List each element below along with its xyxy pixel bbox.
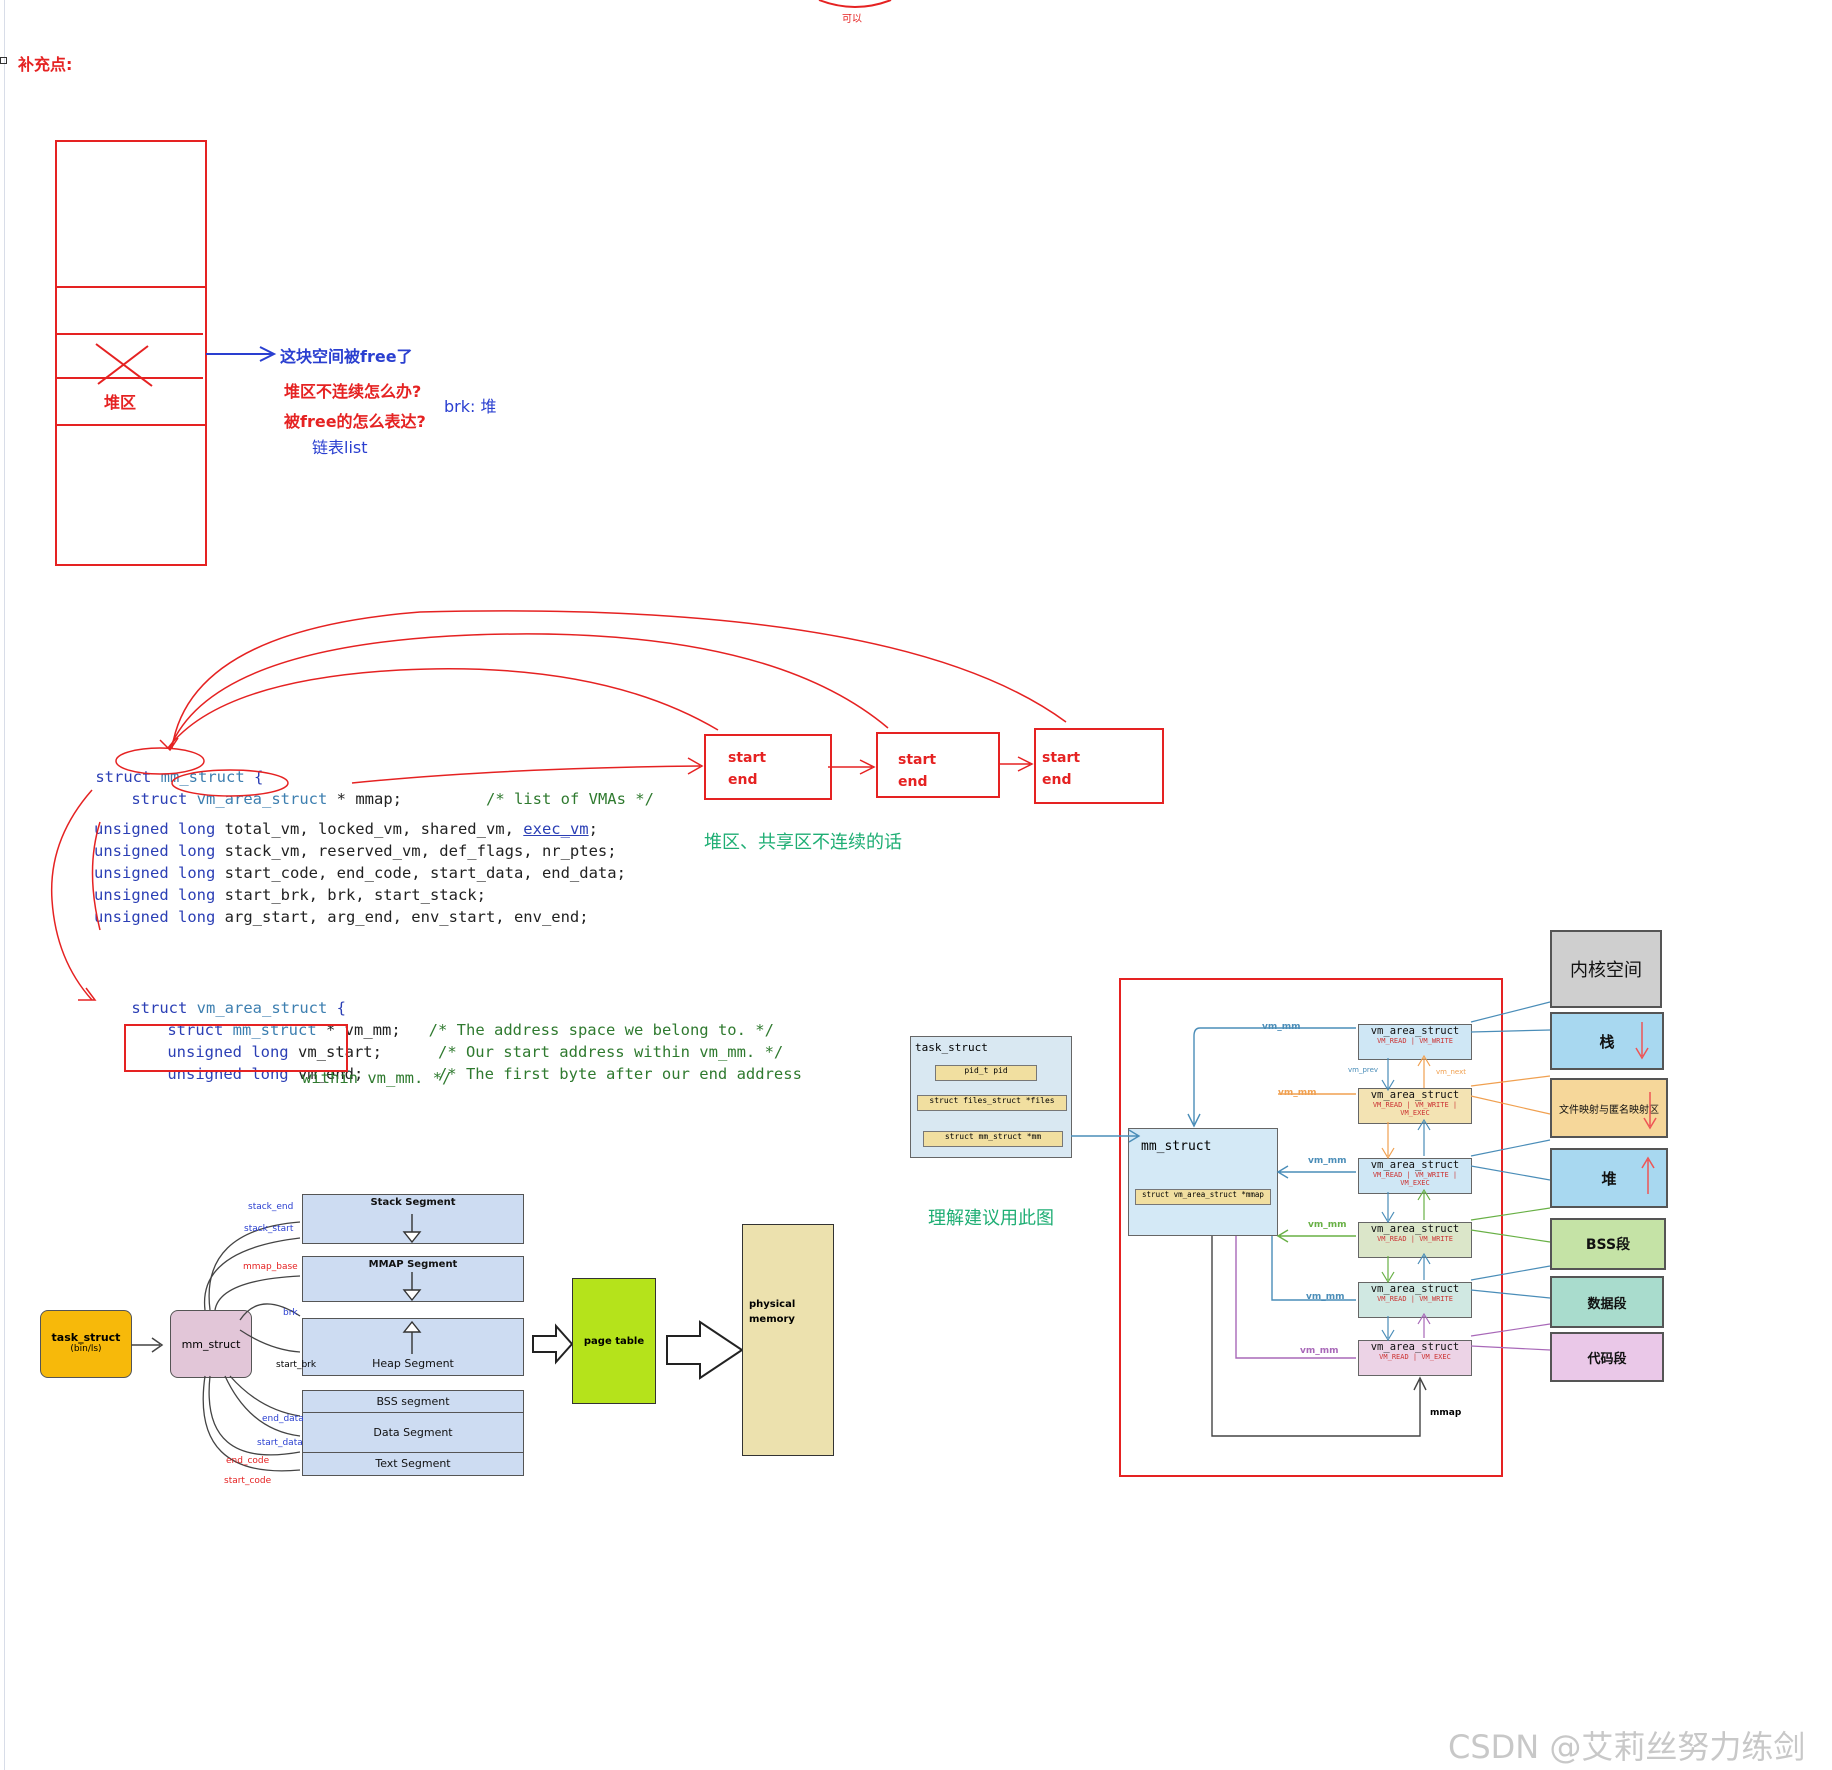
question-freed: 被free的怎么表达? — [284, 412, 426, 431]
code-annotations — [50, 610, 1067, 1001]
ptr-start-code: start_code — [224, 1476, 272, 1486]
chain-box-1: start end — [704, 734, 832, 800]
ptr-mmap-base: mmap_base — [243, 1262, 298, 1272]
vm-mm-label-3: vm_mm — [1308, 1156, 1347, 1166]
memory-divider-2 — [55, 424, 205, 426]
region-kernel: 内核空间 — [1550, 930, 1662, 1008]
vm-mm-label-4: vm_mm — [1308, 1220, 1347, 1230]
supplement-title: 补充点: — [18, 55, 73, 74]
vm-mm-label-1: vm_mm — [1262, 1022, 1301, 1032]
vm-mm-label-6: vm_mm — [1300, 1346, 1339, 1356]
list-note: 链表list — [312, 438, 368, 457]
physical-memory-box: physical memory — [742, 1224, 834, 1456]
ptr-end-code: end_code — [226, 1456, 270, 1466]
region-direction-arrows — [1635, 1022, 1657, 1194]
question-discontinuous: 堆区不连续怎么办? — [284, 382, 422, 401]
freed-note: 这块空间被free了 — [280, 347, 413, 366]
bullet-mark — [0, 57, 7, 64]
ptr-start-data: start_data — [257, 1438, 303, 1448]
chain-note: 堆区、共享区不连续的话 — [704, 832, 902, 853]
ptr-stack-start: stack_start — [244, 1224, 294, 1234]
freed-cross-icon — [95, 343, 153, 387]
vm-mm-label-5: vm_mm — [1306, 1292, 1345, 1302]
vm-range-highlight — [124, 1024, 348, 1072]
vm-next-label: vm_next — [1436, 1068, 1466, 1076]
region-data: 数据段 — [1550, 1276, 1664, 1328]
watermark: CSDN @艾莉丝努力练剑 — [1448, 1728, 1806, 1766]
freed-arrow-icon — [206, 346, 277, 362]
vma-links — [1071, 1001, 1551, 1437]
heap-label: 堆区 — [104, 393, 137, 412]
vm-prev-label: vm_prev — [1348, 1066, 1379, 1074]
region-text: 代码段 — [1550, 1332, 1664, 1382]
chain-box-2: start end — [876, 732, 1000, 798]
memory-divider-1 — [55, 286, 205, 288]
segment-arrows — [131, 1214, 744, 1472]
chain-box-3: start end — [1034, 728, 1164, 804]
vm-mm-label-2: vm_mm — [1278, 1088, 1317, 1098]
page: { "top_label": "可以", "supplement_title":… — [0, 0, 1832, 1770]
ptr-stack-end: stack_end — [248, 1202, 294, 1212]
page-table-box: page table — [572, 1278, 656, 1404]
mmap-label: mmap — [1430, 1408, 1462, 1418]
ptr-brk: brk — [283, 1308, 298, 1318]
brk-note: brk: 堆 — [444, 397, 497, 416]
ptr-start-brk: start_brk — [276, 1360, 317, 1370]
ptr-end-data: end_data — [262, 1414, 304, 1424]
top-label: 可以 — [842, 14, 862, 25]
